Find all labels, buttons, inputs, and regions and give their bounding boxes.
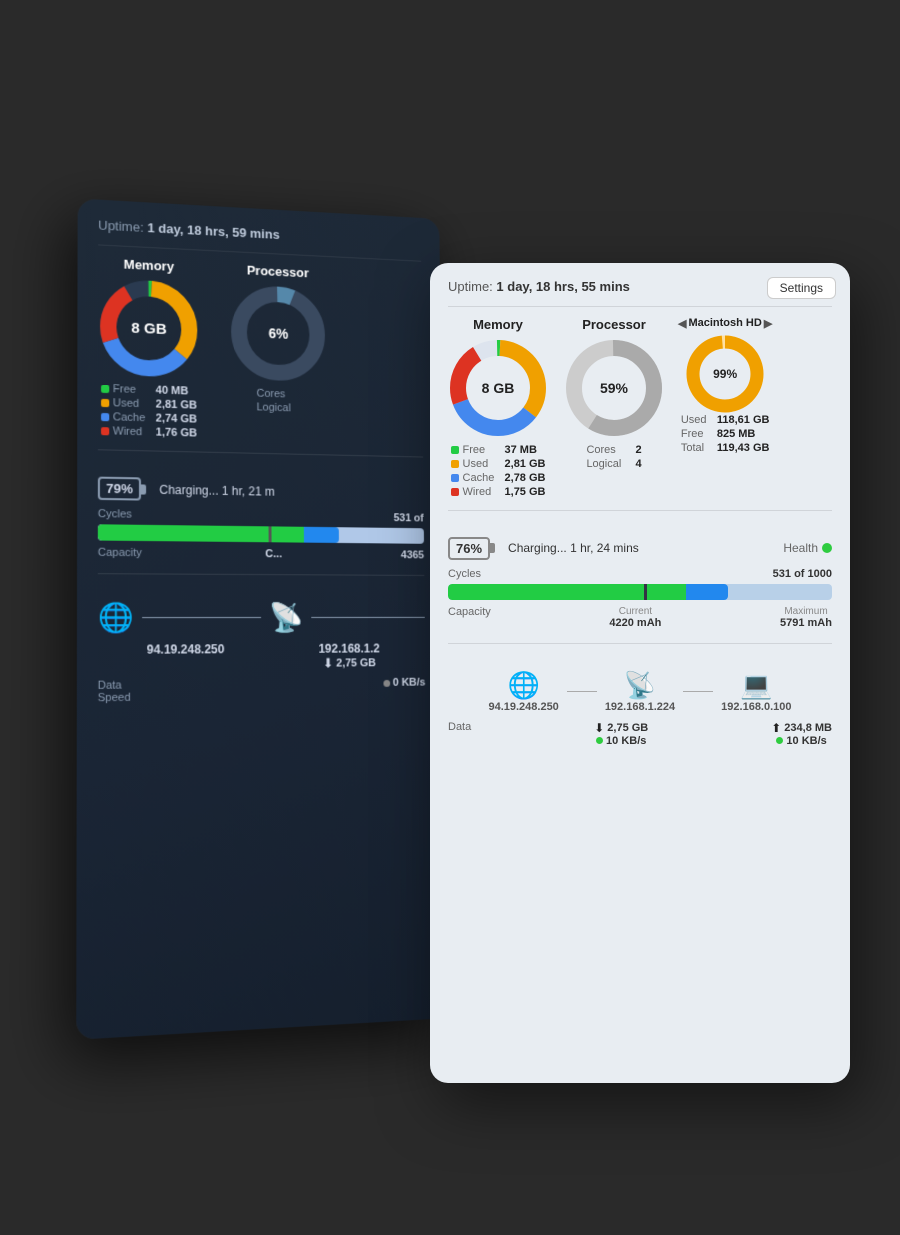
light-laptop-icon: 💻 192.168.0.100 [721, 670, 791, 713]
maximum-capacity: Maximum 5791 mAh [780, 606, 832, 629]
light-battery-section: 76% Charging... 1 hr, 24 mins Health Cyc… [448, 525, 832, 629]
dark-processor-donut: 6% [229, 282, 327, 384]
current-capacity: Current 4220 mAh [609, 606, 661, 629]
light-download-block: ⬇ 2,75 GB 10 KB/s [594, 721, 648, 747]
light-memory-legend: Free37 MB Used2,81 GB Cache2,78 GB Wired… [451, 444, 546, 500]
dark-net-ip1: 94.19.248.250 [147, 642, 225, 673]
dark-network-section: 🌐 📡 94.19.248.250 192.168.1.2 ⬇ 2,75 GB [98, 588, 426, 704]
light-network-section: 🌐 94.19.248.250 📡 192.168.1.224 💻 192.16… [448, 658, 832, 747]
light-hd-block: ◀ Macintosh HD ▶ 99% Used118,61 GB Free8… [678, 317, 772, 456]
light-hd-info: Used118,61 GB Free825 MB Total119,43 GB [681, 414, 770, 456]
hd-right-arrow: ▶ [764, 317, 772, 330]
light-globe-icon: 🌐 94.19.248.250 [488, 670, 558, 713]
light-memory-donut: 8 GB [448, 338, 548, 438]
hd-pct-label: 99% [713, 367, 737, 381]
light-processor-donut: 59% [564, 338, 664, 438]
dark-battery-badge: 79% [98, 476, 141, 500]
light-router-icon: 📡 192.168.1.224 [605, 670, 675, 713]
light-data-block: Data [448, 721, 471, 747]
dark-card: Uptime: 1 day, 18 hrs, 59 mins Memory [76, 198, 448, 1039]
dark-processor-block: Processor 6% Cores Logical [229, 261, 328, 416]
hd-left-arrow: ◀ [678, 317, 686, 330]
dark-memory-legend: Free40 MB Used2,81 GB Cache2,74 GB Wired… [101, 382, 198, 441]
light-processor-block: Processor 59% Cores 2 Logical 4 [564, 317, 664, 472]
dark-memory-donut: 8 GB [98, 276, 199, 380]
dark-memory-block: Memory 8 GB Fr [98, 255, 200, 441]
dark-router-icon: 📡 [269, 601, 304, 634]
light-memory-block: Memory 8 GB Free37 MB Used2,81 GB Cache2… [448, 317, 548, 500]
dark-net-ip2: 192.168.1.2 ⬇ 2,75 GB [318, 641, 380, 671]
light-progress-bar [448, 584, 832, 600]
dark-progress-bar [98, 524, 424, 544]
dark-uptime: Uptime: 1 day, 18 hrs, 59 mins [98, 217, 421, 249]
dark-proc-info: Cores Logical [257, 387, 301, 416]
light-upload-block: ⬆ 234,8 MB 10 KB/s [771, 721, 832, 747]
light-battery-badge: 76% [448, 537, 490, 560]
light-proc-info: Cores 2 Logical 4 [586, 444, 641, 472]
health-indicator [822, 543, 832, 553]
light-hd-donut: 99% [685, 334, 765, 414]
dark-battery-section: 79% Charging... 1 hr, 21 m Cycles 531 of… [98, 464, 424, 561]
settings-button[interactable]: Settings [767, 277, 836, 299]
light-card: Settings Uptime: 1 day, 18 hrs, 55 mins … [430, 263, 850, 1083]
dark-globe-icon: 🌐 [98, 600, 134, 634]
